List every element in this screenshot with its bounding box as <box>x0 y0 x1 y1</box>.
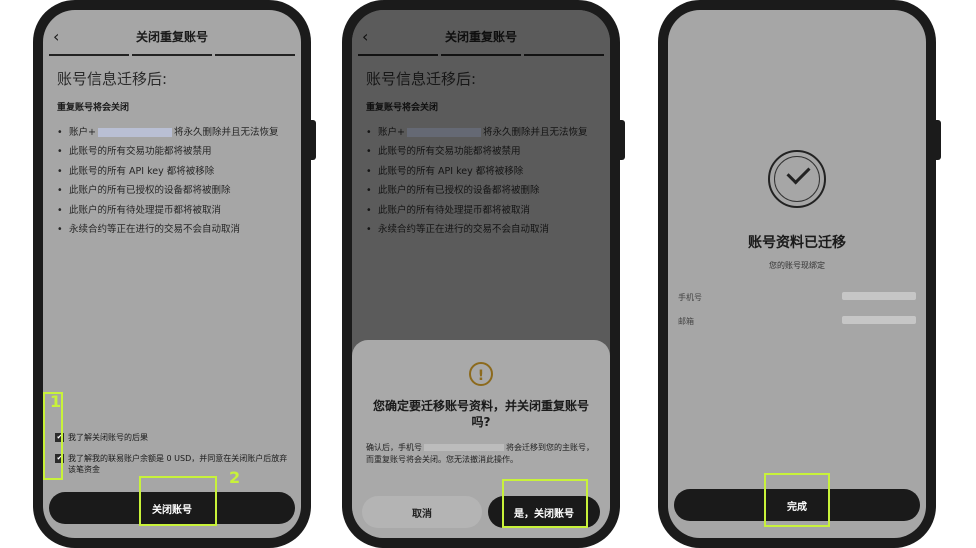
step-marker-1: 1 <box>50 392 62 411</box>
email-row: 邮箱 <box>678 316 916 327</box>
cancel-button[interactable]: 取消 <box>362 496 482 528</box>
list-item: 此账号的所有交易功能都将被禁用 <box>57 142 293 161</box>
phone-frame-3: 账号资料已迁移 您的账号现绑定 手机号 邮箱 完成 <box>658 0 941 548</box>
subheading: 重复账号将会关闭 <box>57 103 130 113</box>
highlight-box-done <box>764 473 830 527</box>
consequence-list: 账户+将永久删除并且无法恢复 此账号的所有交易功能都将被禁用 此账号的所有 AP… <box>57 123 293 239</box>
list-item: 账户+将永久删除并且无法恢复 <box>57 123 293 142</box>
page-title: 关闭重复账号 <box>135 30 208 44</box>
warning-icon: ! <box>469 362 493 386</box>
screen-close-account: ‹ 关闭重复账号 账号信息迁移后: 重复账号将会关闭 账户+将永久删除并且无法恢… <box>43 10 301 538</box>
checkbox-balance[interactable]: ✔ 我了解我的联易账户余额是 0 USD，并同意在关闭账户后放弃该笔资金 <box>55 453 293 475</box>
screen-confirm-dialog: ‹ 关闭重复账号 账号信息迁移后: 重复账号将会关闭 账户+将永久删除并且无法恢… <box>352 10 610 538</box>
chevron-left-icon[interactable]: ‹ <box>53 24 59 50</box>
heading: 账号信息迁移后: <box>57 70 168 88</box>
highlight-box-button <box>139 476 217 526</box>
redacted-phone <box>97 128 172 137</box>
redacted-phone <box>424 444 504 451</box>
dialog-body: 确认后，手机号 将会迁移到您的主账号，而重复账号将会关闭。您无法撤消此操作。 <box>366 443 594 464</box>
check-circle-icon <box>768 150 826 208</box>
list-item: 永续合约等正在进行的交易不会自动取消 <box>57 220 293 239</box>
checkbox-consequences[interactable]: ✔ 我了解关闭账号的后果 <box>55 432 148 443</box>
redacted-email <box>842 316 916 324</box>
list-item: 此账号的所有 API key 都将被移除 <box>57 162 293 181</box>
success-subtitle: 您的账号现绑定 <box>769 261 825 270</box>
list-item: 此账户的所有已授权的设备都将被删除 <box>57 181 293 200</box>
redacted-phone <box>842 292 916 300</box>
step-indicator <box>49 54 295 56</box>
list-item: 此账户的所有待处理提币都将被取消 <box>57 201 293 220</box>
step-marker-2: 2 <box>229 468 241 487</box>
screen-migration-done: 账号资料已迁移 您的账号现绑定 手机号 邮箱 完成 <box>668 10 926 538</box>
success-title: 账号资料已迁移 <box>748 235 846 251</box>
phone-frame-1: ‹ 关闭重复账号 账号信息迁移后: 重复账号将会关闭 账户+将永久删除并且无法恢… <box>33 0 316 548</box>
nav-bar: ‹ 关闭重复账号 <box>43 24 301 50</box>
highlight-box-confirm <box>502 479 588 528</box>
phone-row: 手机号 <box>678 292 916 303</box>
dialog-title: 您确定要迁移账号资料，并关闭重复账号吗? <box>372 399 589 429</box>
phone-frame-2: ‹ 关闭重复账号 账号信息迁移后: 重复账号将会关闭 账户+将永久删除并且无法恢… <box>342 0 625 548</box>
